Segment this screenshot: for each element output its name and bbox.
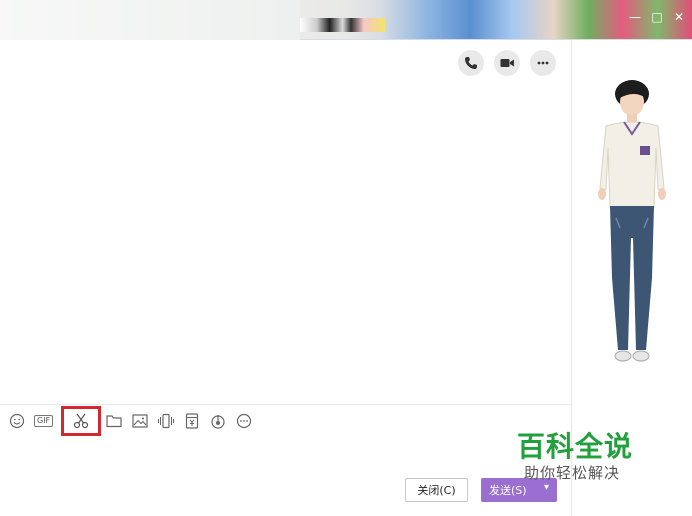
video-call-button[interactable] xyxy=(494,50,520,76)
close-window-button[interactable]: ✕ xyxy=(672,10,686,24)
music-button[interactable] xyxy=(209,409,227,433)
send-file-button[interactable] xyxy=(105,409,123,433)
send-options-chevron-icon[interactable]: ▾ xyxy=(544,482,549,493)
more-actions-button[interactable] xyxy=(530,50,556,76)
image-icon xyxy=(132,413,148,428)
header-background xyxy=(0,0,300,40)
shake-button[interactable] xyxy=(157,409,175,433)
phone-icon xyxy=(465,57,477,69)
close-button[interactable]: 关闭(C) xyxy=(405,478,468,502)
window-controls: — □ ✕ xyxy=(628,10,686,24)
input-toolbar: GIF xyxy=(0,404,571,436)
call-bar xyxy=(458,50,556,76)
gif-icon: GIF xyxy=(37,415,51,425)
chat-message-area[interactable] xyxy=(0,40,571,404)
window-header: — □ ✕ xyxy=(0,0,692,40)
red-packet-button[interactable] xyxy=(183,409,201,433)
voice-call-button[interactable] xyxy=(458,50,484,76)
send-image-button[interactable] xyxy=(131,409,149,433)
red-packet-icon xyxy=(186,412,199,429)
folder-icon xyxy=(106,414,122,427)
message-input-area[interactable] xyxy=(0,436,571,516)
shake-icon xyxy=(158,413,175,428)
gif-button[interactable]: GIF xyxy=(34,414,54,427)
more-options-button[interactable] xyxy=(235,409,253,433)
maximize-button[interactable]: □ xyxy=(650,10,664,24)
music-icon xyxy=(211,414,225,429)
screenshot-scissors-button[interactable] xyxy=(61,405,102,436)
scissors-icon xyxy=(74,413,89,428)
more-icon xyxy=(537,61,549,65)
more-options-icon xyxy=(237,413,252,428)
avatar-figure xyxy=(598,80,666,362)
emoji-button[interactable] xyxy=(8,409,26,433)
watermark-title: 百科全说 xyxy=(517,430,634,463)
emoji-icon xyxy=(9,413,25,428)
send-button-label: 发送(S) xyxy=(489,484,527,497)
header-decoration xyxy=(300,18,385,32)
minimize-button[interactable]: — xyxy=(628,10,642,24)
watermark-subtitle: 助你轻松解决 xyxy=(524,464,621,482)
video-icon xyxy=(500,59,514,67)
